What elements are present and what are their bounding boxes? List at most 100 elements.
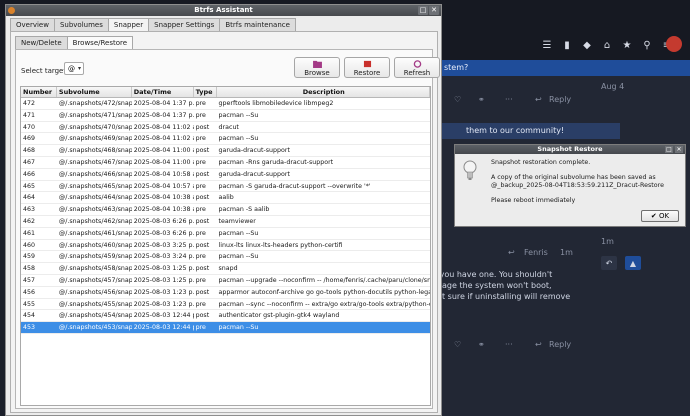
cell-type: post bbox=[195, 241, 210, 249]
window-titlebar[interactable]: Btrfs Assistant □ ✕ bbox=[6, 5, 441, 16]
cell-datetime: 2025-08-03 1:23 p.m. bbox=[133, 288, 194, 296]
cell-description: teamviewer bbox=[218, 217, 256, 225]
target-label: Select target: bbox=[21, 67, 69, 75]
table-row[interactable]: 466 @/.snapshots/466/snapshot2025-08-04 1… bbox=[21, 169, 430, 181]
star-icon[interactable]: ★ bbox=[620, 38, 634, 52]
restore-button[interactable]: Restore bbox=[344, 57, 390, 78]
cell-number: 455 bbox=[23, 300, 36, 308]
menu-icon[interactable]: ☰ bbox=[540, 38, 554, 52]
refresh-button[interactable]: Refresh bbox=[394, 57, 440, 78]
table-row[interactable]: 457 @/.snapshots/457/snapshot2025-08-03 1… bbox=[21, 275, 430, 287]
reply-icon-2: ↩ bbox=[535, 340, 542, 349]
dialog-close-icon[interactable]: ✕ bbox=[675, 146, 683, 153]
ok-button[interactable]: ✔ OK bbox=[641, 210, 679, 222]
col-datetime[interactable]: Date/Time bbox=[132, 87, 194, 97]
snapper-subtabs: New/Delete Browse/Restore bbox=[15, 36, 134, 49]
table-row[interactable]: 454 @/.snapshots/454/snapshot2025-08-03 1… bbox=[21, 310, 430, 323]
col-description[interactable]: Description bbox=[217, 87, 430, 97]
browse-button[interactable]: Browse bbox=[294, 57, 340, 78]
dialog-message: Snapshot restoration complete. A copy of… bbox=[491, 159, 664, 205]
cell-number: 471 bbox=[23, 111, 36, 119]
table-row[interactable]: 465 @/.snapshots/465/snapshot2025-08-04 1… bbox=[21, 181, 430, 193]
heart-icon[interactable]: ♡ bbox=[454, 95, 461, 104]
cell-type: pre bbox=[195, 253, 206, 261]
dialog-titlebar[interactable]: Snapshot Restore □ ✕ bbox=[455, 145, 685, 154]
link-icon-2[interactable]: ⚭ bbox=[478, 340, 485, 349]
gitlab-icon[interactable]: ◆ bbox=[580, 38, 594, 52]
cell-subvolume: @/.snapshots/463/snapshot bbox=[58, 206, 132, 214]
cell-number: 472 bbox=[23, 100, 36, 107]
table-row[interactable]: 461 @/.snapshots/461/snapshot2025-08-03 6… bbox=[21, 228, 430, 240]
tab-overview[interactable]: Overview bbox=[10, 18, 55, 31]
topic-title-band: stem? bbox=[430, 60, 690, 76]
cell-subvolume: @/.snapshots/453/snapshot bbox=[58, 324, 132, 332]
ok-label: OK bbox=[659, 212, 670, 220]
col-number[interactable]: Number bbox=[21, 87, 57, 97]
reply-button-2[interactable]: Reply bbox=[549, 340, 571, 349]
snapshot-restore-dialog: Snapshot Restore □ ✕ Snapshot restoratio… bbox=[454, 144, 686, 227]
dialog-maximize-icon[interactable]: □ bbox=[665, 146, 673, 153]
table-row[interactable]: 468 @/.snapshots/468/snapshot2025-08-04 1… bbox=[21, 145, 430, 157]
jump-back-button[interactable]: ↶ bbox=[601, 256, 617, 270]
table-row[interactable]: 458 @/.snapshots/458/snapshot2025-08-03 1… bbox=[21, 263, 430, 275]
home-icon[interactable]: ⌂ bbox=[600, 38, 614, 52]
more-icon-2[interactable]: ··· bbox=[505, 340, 513, 349]
cell-number: 457 bbox=[23, 276, 36, 284]
table-row[interactable]: 459 @/.snapshots/459/snapshot2025-08-03 3… bbox=[21, 251, 430, 264]
table-row[interactable]: 456 @/.snapshots/456/snapshot2025-08-03 1… bbox=[21, 287, 430, 299]
cell-datetime: 2025-08-03 6:26 p.m. bbox=[133, 229, 194, 237]
cell-subvolume: @/.snapshots/455/snapshot bbox=[58, 300, 132, 308]
cell-type: pre bbox=[195, 111, 206, 119]
cell-subvolume: @/.snapshots/471/snapshot bbox=[58, 111, 132, 119]
post-author[interactable]: Fenris bbox=[524, 248, 548, 257]
docs-icon[interactable]: ▮ bbox=[560, 38, 574, 52]
tab-browse-restore[interactable]: Browse/Restore bbox=[66, 36, 134, 49]
cell-datetime: 2025-08-03 1:23 p.m. bbox=[133, 300, 194, 308]
lightbulb-icon bbox=[463, 160, 477, 180]
close-icon[interactable]: ✕ bbox=[429, 6, 439, 15]
table-row[interactable]: 472 @/.snapshots/472/snapshot2025-08-04 1… bbox=[21, 98, 430, 110]
cell-number: 461 bbox=[23, 229, 36, 237]
cell-subvolume: @/.snapshots/468/snapshot bbox=[58, 147, 132, 155]
tab-subvolumes[interactable]: Subvolumes bbox=[53, 18, 109, 31]
target-select[interactable]: @ ▾ bbox=[64, 62, 84, 75]
cell-description: linux-lts linux-lts-headers python-certi… bbox=[218, 241, 343, 249]
cell-description: pacman --upgrade --noconfirm -- /home/fe… bbox=[218, 276, 430, 284]
tab-new-delete[interactable]: New/Delete bbox=[15, 36, 68, 49]
cell-number: 459 bbox=[23, 253, 36, 261]
tab-snapper[interactable]: Snapper bbox=[107, 18, 150, 32]
more-icon[interactable]: ··· bbox=[505, 95, 513, 104]
main-tabs: Overview Subvolumes Snapper Snapper Sett… bbox=[10, 18, 296, 32]
table-row[interactable]: 463 @/.snapshots/463/snapshot2025-08-04 1… bbox=[21, 204, 430, 216]
search-icon[interactable]: ⚲ bbox=[640, 38, 654, 52]
table-row[interactable]: 471 @/.snapshots/471/snapshot2025-08-04 1… bbox=[21, 110, 430, 122]
tab-snapper-settings[interactable]: Snapper Settings bbox=[148, 18, 221, 31]
cell-description: snapd bbox=[218, 265, 238, 273]
target-value: @ bbox=[68, 65, 75, 73]
tab-btrfs-maintenance[interactable]: Btrfs maintenance bbox=[219, 18, 296, 31]
cell-number: 469 bbox=[23, 135, 36, 143]
table-row[interactable]: 455 @/.snapshots/455/snapshot2025-08-03 1… bbox=[21, 299, 430, 311]
cell-type: pre bbox=[195, 300, 206, 308]
table-row[interactable]: 464 @/.snapshots/464/snapshot2025-08-04 1… bbox=[21, 192, 430, 205]
col-type[interactable]: Type bbox=[194, 87, 217, 97]
notifications-button[interactable]: ▲ bbox=[625, 256, 641, 270]
col-subvolume[interactable]: Subvolume bbox=[57, 87, 132, 97]
cell-type: pre bbox=[195, 158, 206, 166]
user-avatar[interactable] bbox=[666, 36, 682, 52]
cell-type: post bbox=[195, 312, 210, 320]
table-row[interactable]: 462 @/.snapshots/462/snapshot2025-08-03 6… bbox=[21, 216, 430, 228]
table-row[interactable]: 460 @/.snapshots/460/snapshot2025-08-03 3… bbox=[21, 240, 430, 252]
table-row[interactable]: 467 @/.snapshots/467/snapshot2025-08-04 1… bbox=[21, 157, 430, 169]
dialog-title: Snapshot Restore bbox=[537, 145, 603, 153]
cell-description: gperftools libmobiledevice libmpeg2 bbox=[218, 100, 334, 107]
table-row[interactable]: 453 @/.snapshots/453/snapshot2025-08-03 1… bbox=[21, 322, 430, 334]
table-row[interactable]: 470 @/.snapshots/470/snapshot2025-08-04 1… bbox=[21, 122, 430, 134]
cell-datetime: 2025-08-04 10:57 a.m. bbox=[133, 182, 194, 190]
maximize-icon[interactable]: □ bbox=[418, 6, 428, 15]
link-icon[interactable]: ⚭ bbox=[478, 95, 485, 104]
reply-button[interactable]: Reply bbox=[549, 95, 571, 104]
heart-icon-2[interactable]: ♡ bbox=[454, 340, 461, 349]
cell-type: post bbox=[195, 194, 210, 202]
table-row[interactable]: 469 @/.snapshots/469/snapshot2025-08-04 1… bbox=[21, 133, 430, 146]
